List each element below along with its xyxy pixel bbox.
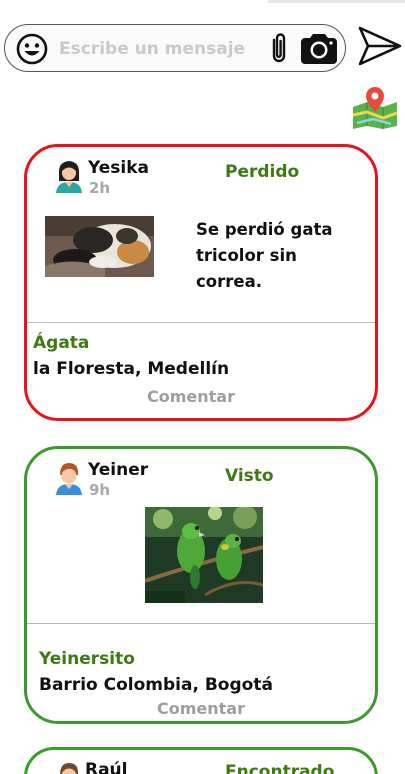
user-avatar (60, 763, 79, 774)
camera-icon[interactable] (298, 33, 340, 65)
comment-button[interactable]: Comentar (157, 699, 245, 718)
map-pin-icon[interactable] (351, 85, 399, 129)
user-avatar (56, 463, 82, 495)
message-input[interactable] (59, 35, 259, 63)
post-card-found: Raúl Encontrado (24, 747, 378, 774)
post-username: Raúl (85, 760, 128, 774)
post-username: Yeiner (88, 460, 149, 480)
post-time: 9h (89, 481, 111, 499)
card-divider (27, 623, 375, 624)
message-composer (4, 24, 346, 72)
post-username: Yesika (88, 158, 150, 178)
top-strip (268, 0, 405, 3)
status-label: Encontrado (225, 762, 335, 774)
status-label: Visto (225, 466, 274, 486)
send-icon[interactable] (357, 25, 403, 67)
cat-photo[interactable] (45, 216, 154, 277)
card-divider (27, 322, 375, 323)
paperclip-icon[interactable] (267, 32, 291, 66)
post-location: la Floresta, Medellín (33, 359, 230, 379)
post-time: 2h (89, 179, 111, 197)
pet-name: Yeinersito (39, 649, 135, 669)
parrots-photo[interactable] (145, 507, 263, 603)
user-avatar (56, 161, 82, 193)
comment-button[interactable]: Comentar (147, 387, 235, 406)
post-location: Barrio Colombia, Bogotá (39, 675, 273, 695)
post-card-lost: Yesika 2h Perdido Se perdió gata tricolo… (24, 144, 378, 421)
pet-name: Ágata (33, 333, 90, 353)
post-description: Se perdió gata tricolor sin correa. (196, 220, 333, 291)
post-card-seen: Yeiner 9h Visto Yeinersito Barrio Colomb… (24, 446, 378, 724)
status-label: Perdido (225, 162, 300, 182)
emoji-icon[interactable] (16, 33, 48, 65)
